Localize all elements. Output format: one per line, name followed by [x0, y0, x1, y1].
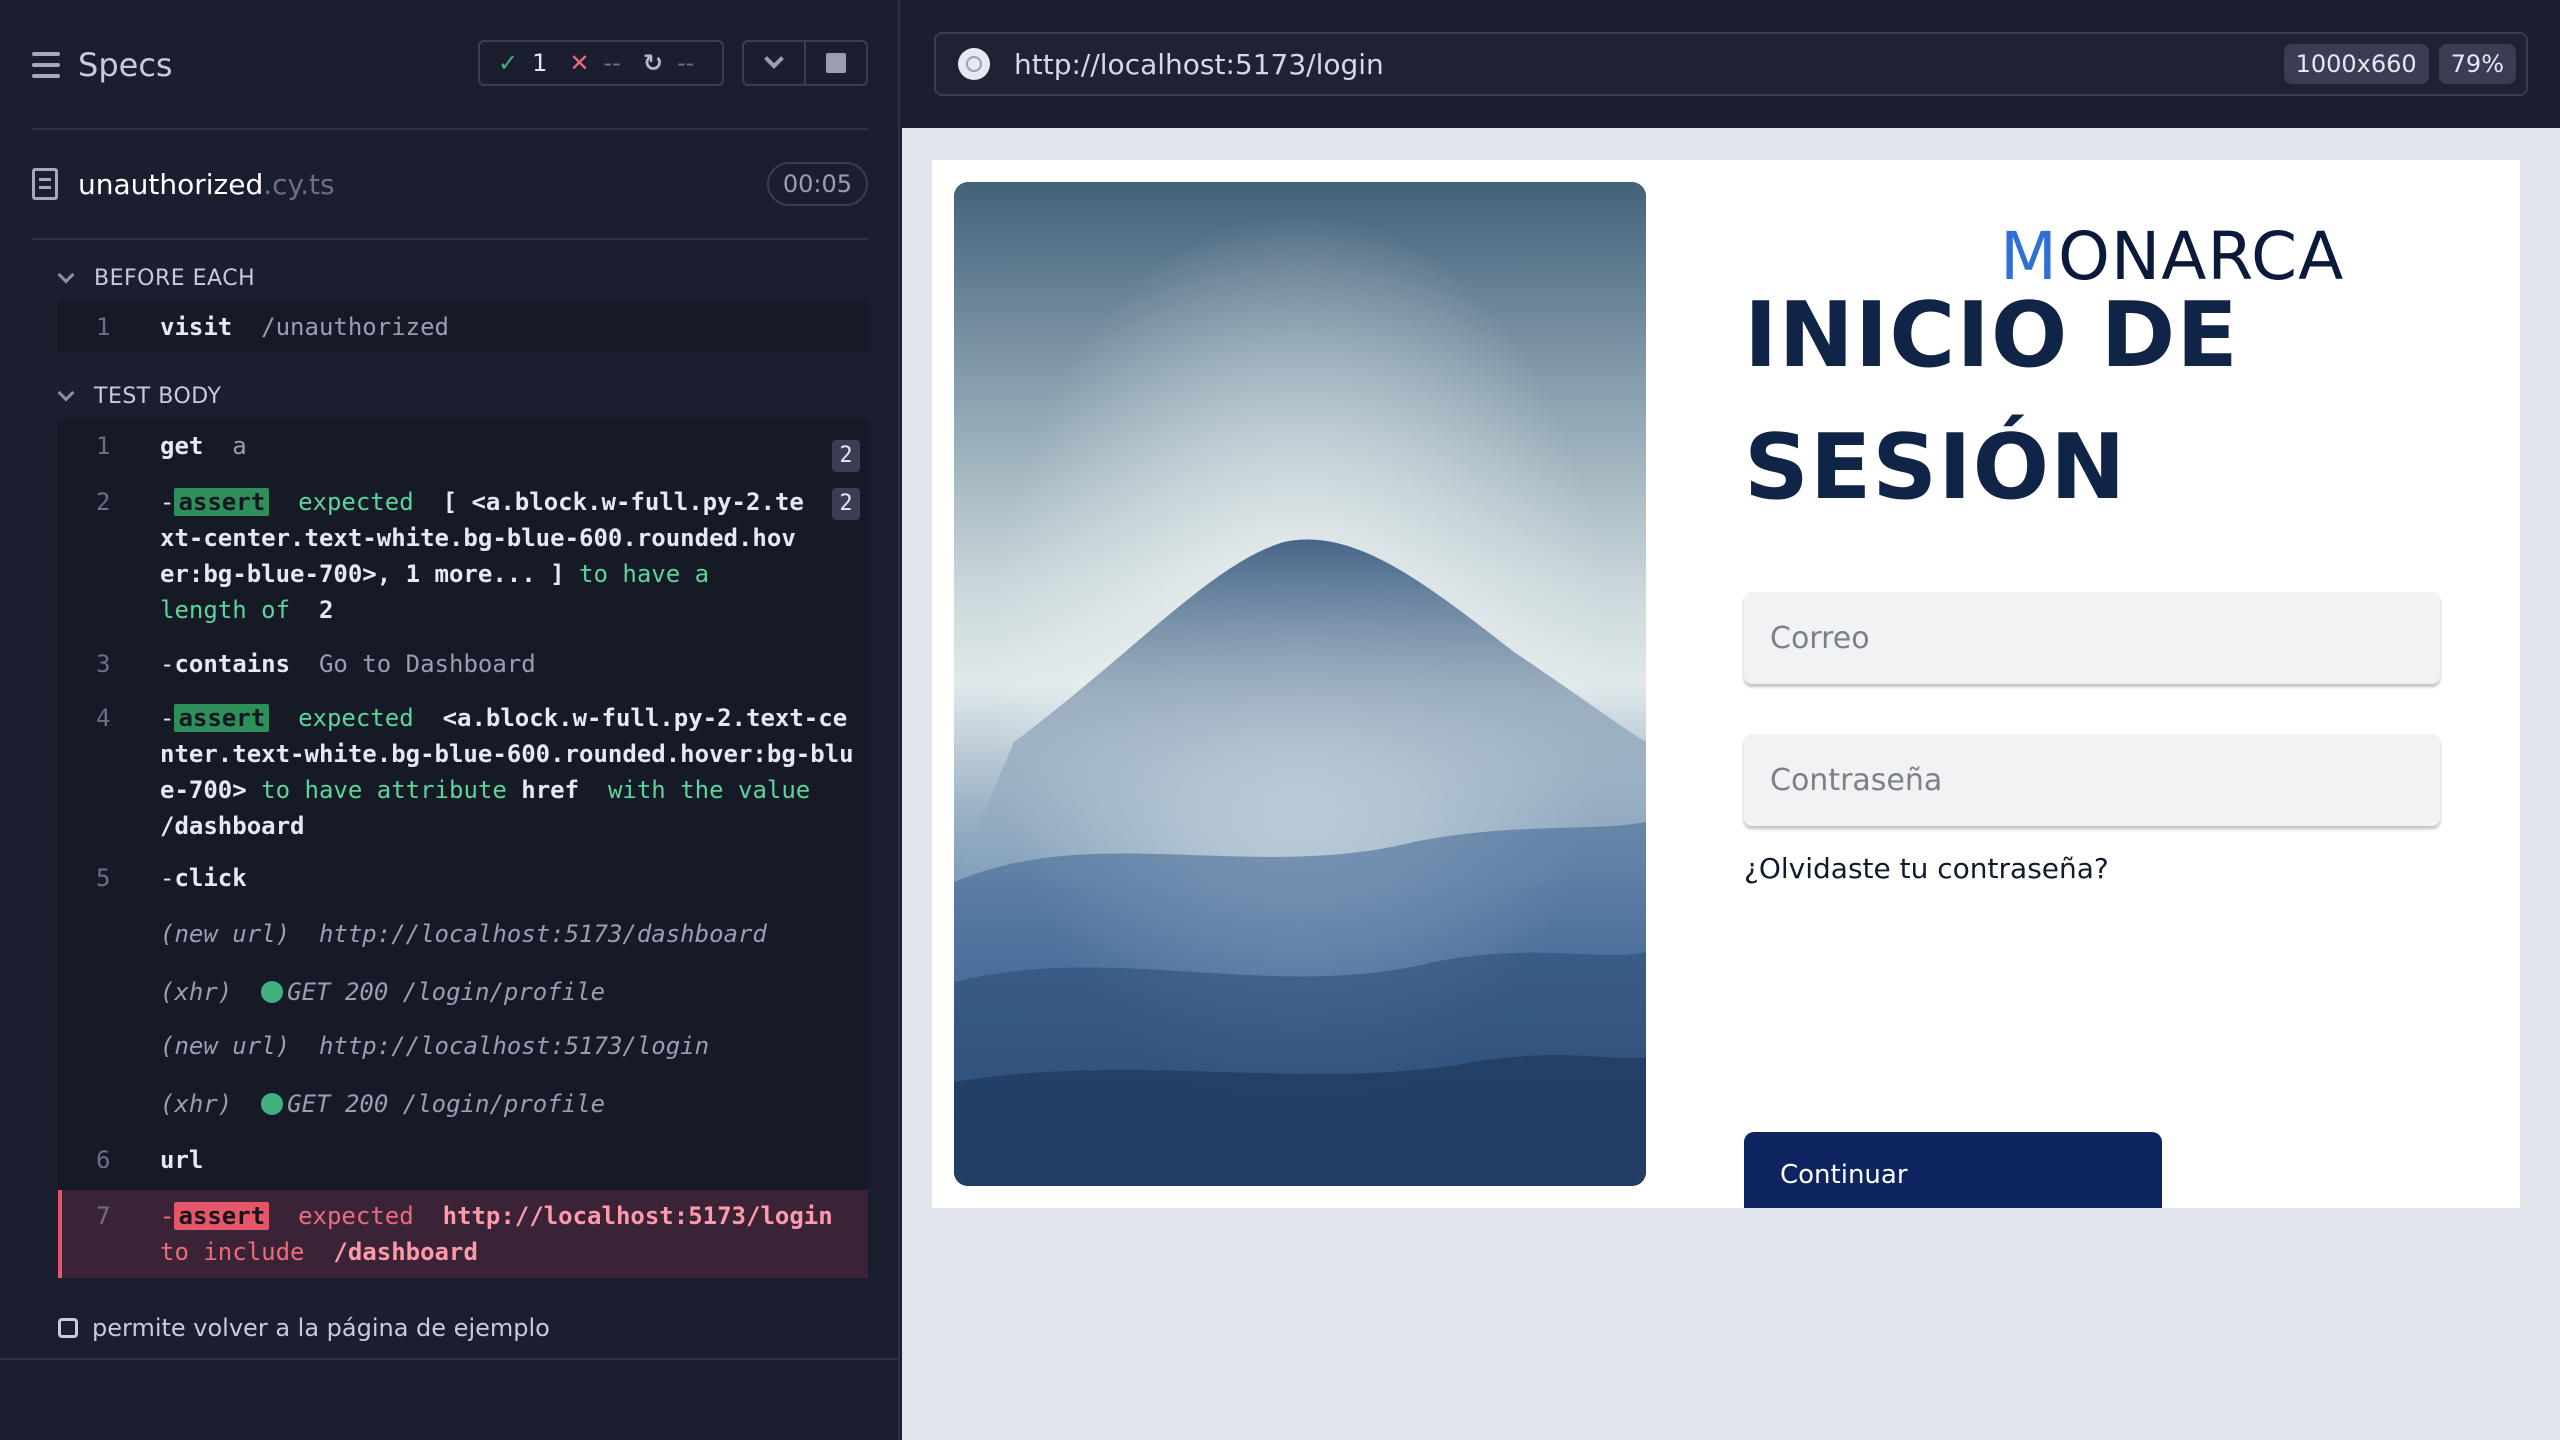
- collapse-button[interactable]: [744, 42, 806, 84]
- globe-icon: [958, 48, 990, 80]
- test-status-icon: [58, 1318, 78, 1338]
- chevron-down-icon: [57, 266, 75, 284]
- stop-button[interactable]: [806, 42, 866, 84]
- page-title: INICIO DE SESIÓN: [1744, 283, 2239, 520]
- test-body-commands: 1 get a 2 2 - assert expected [ <a.block.…: [58, 420, 868, 1278]
- command-row[interactable]: 6 url: [58, 1142, 868, 1184]
- assert-badge: assert: [174, 704, 270, 732]
- element-count-badge: 2: [832, 440, 860, 472]
- app-preview-panel: http://localhost:5173/login 1000x660 79%: [902, 0, 2560, 1440]
- url-text: http://localhost:5173/login: [1014, 47, 1384, 81]
- specs-toggle[interactable]: Specs: [32, 40, 173, 90]
- file-divider: [32, 238, 868, 240]
- command-row[interactable]: 1 get a 2: [58, 428, 868, 478]
- viewport-badge[interactable]: 1000x660: [2283, 44, 2429, 84]
- stop-icon: [826, 53, 846, 73]
- password-field[interactable]: Contraseña: [1744, 734, 2440, 826]
- specs-label: Specs: [78, 46, 173, 84]
- spinner-icon: ↻: [642, 49, 663, 77]
- email-field[interactable]: Correo: [1744, 592, 2440, 684]
- spec-file-row: unauthorized .cy.ts 00:05: [32, 156, 868, 212]
- url-bar[interactable]: http://localhost:5173/login 1000x660 79%: [934, 32, 2528, 96]
- status-ok-icon: [261, 1093, 284, 1115]
- test-body-header[interactable]: TEST BODY: [57, 376, 221, 416]
- before-each-commands: 1 visit /unauthorized: [58, 302, 868, 352]
- header-divider: [32, 128, 868, 130]
- passed-stat: ✓ 1: [498, 49, 548, 77]
- command-log-panel: Specs ✓ 1 ✕ -- ↻ -- unauthorized .cy.ts 0…: [0, 0, 900, 1440]
- test-title[interactable]: permite volver a la página de ejemplo: [58, 1314, 550, 1342]
- document-icon: [32, 168, 58, 200]
- status-ok-icon: [261, 981, 284, 1003]
- chevron-down-icon: [57, 384, 75, 402]
- app-frame: MONARCA INICIO DE SESIÓN Correo Contraseñ…: [932, 160, 2520, 1208]
- before-each-header[interactable]: BEFORE EACH: [57, 258, 255, 298]
- footer-divider: [0, 1358, 900, 1360]
- forgot-password-link[interactable]: ¿Olvidaste tu contraseña?: [1744, 852, 2109, 885]
- specs-list-icon: [32, 52, 60, 78]
- runner-controls: [742, 40, 868, 86]
- spec-file-ext: .cy.ts: [263, 167, 335, 201]
- command-row[interactable]: 2 - assert expected [ <a.block.w-full.py-…: [58, 484, 868, 634]
- assert-badge: assert: [174, 1202, 270, 1230]
- command-row[interactable]: 3 -contains Go to Dashboard: [58, 646, 868, 688]
- test-stats: ✓ 1 ✕ -- ↻ --: [478, 40, 724, 86]
- check-icon: ✓: [498, 49, 519, 77]
- failed-stat: ✕ --: [569, 49, 621, 77]
- command-row[interactable]: 4 - assert expected <a.block.w-full.py-2.…: [58, 700, 868, 850]
- mountain-illustration: [954, 182, 1646, 1186]
- chevron-down-icon: [764, 49, 784, 69]
- x-icon: ✕: [569, 49, 590, 77]
- spec-file-name: unauthorized: [78, 167, 264, 201]
- command-row[interactable]: 5 -click: [58, 860, 868, 902]
- failed-command-row[interactable]: 7 - assert expected http://localhost:5173…: [58, 1190, 868, 1278]
- element-count-badge: 2: [832, 488, 860, 520]
- hero-image: [954, 182, 1646, 1186]
- preview-topbar: http://localhost:5173/login 1000x660 79%: [902, 0, 2560, 128]
- duration-badge: 00:05: [766, 162, 868, 206]
- continue-button[interactable]: Continuar: [1744, 1132, 2162, 1208]
- zoom-badge[interactable]: 79%: [2438, 44, 2516, 84]
- assert-badge: assert: [174, 488, 270, 516]
- pending-stat: ↻ --: [642, 49, 695, 77]
